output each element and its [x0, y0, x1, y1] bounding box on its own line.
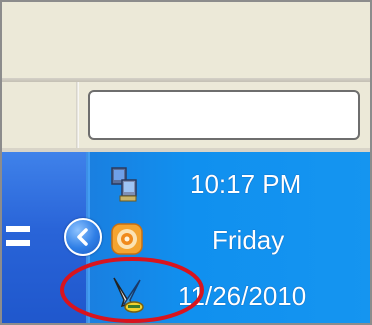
toolbar-area [0, 0, 372, 82]
network-icon[interactable] [110, 166, 140, 204]
media-player-icon[interactable] [110, 222, 144, 256]
chevron-left-icon [77, 228, 88, 246]
address-bar-separator [76, 82, 79, 148]
taskbar-grip-handle[interactable] [6, 222, 36, 252]
clock-time[interactable]: 10:17 PM [190, 169, 301, 200]
show-hidden-icons-button[interactable] [64, 218, 102, 256]
clock-date[interactable]: 1‌1/26/2010 [178, 281, 306, 312]
safely-remove-hardware-icon[interactable] [110, 274, 148, 314]
clock-day[interactable]: Friday [212, 225, 284, 256]
address-input[interactable] [88, 90, 360, 140]
